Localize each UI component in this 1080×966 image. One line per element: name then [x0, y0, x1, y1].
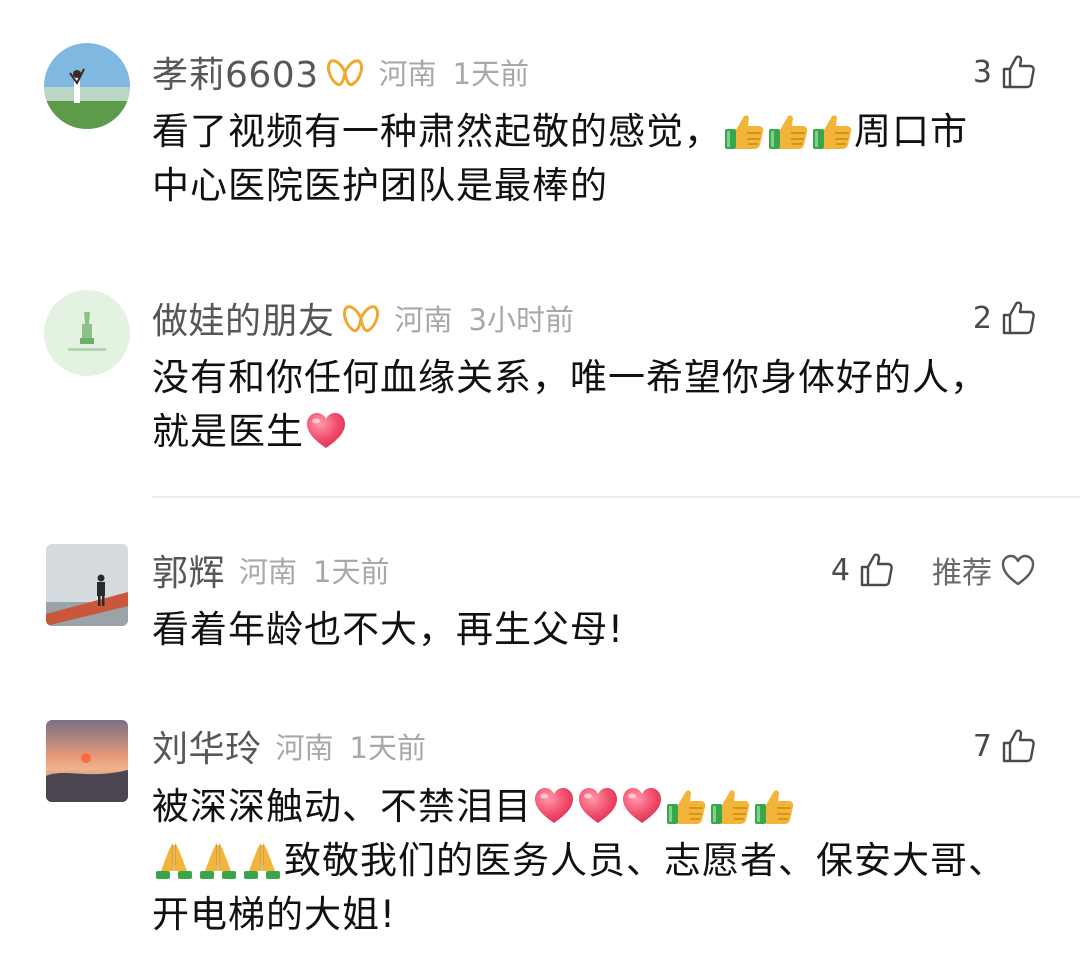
comment-item: 做娃的朋友 河南 3小时前 2 没有和你任何血缘关系，唯一希望你身体好的人， 就…	[0, 250, 1080, 496]
heart-emoji-icon	[533, 786, 575, 826]
thumbs-up-icon[interactable]	[1000, 54, 1036, 90]
like-count: 4	[830, 552, 850, 588]
timestamp: 3小时前	[468, 303, 574, 337]
region: 河南	[275, 731, 334, 765]
comment-text-line: 中心医院医护团队是最棒的	[152, 164, 608, 207]
praying-hands-emoji-icon	[153, 840, 195, 880]
region: 河南	[239, 555, 298, 589]
heart-outline-icon[interactable]	[1000, 553, 1036, 587]
timestamp: 1天前	[313, 555, 390, 589]
like-count: 7	[972, 728, 992, 764]
like-button[interactable]: 7	[973, 722, 1036, 770]
comment-text: 看了视频有一种肃然起敬的感觉， 周口市 中心医院医护团队是最棒的	[152, 105, 1042, 213]
praying-hands-emoji-icon	[241, 840, 283, 880]
thumbs-up-emoji-icon	[767, 111, 809, 151]
comment-text: 没有和你任何血缘关系，唯一希望你身体好的人， 就是医生	[152, 351, 1042, 459]
username[interactable]: 孝莉6603	[152, 46, 319, 98]
comment-meta: 郭辉 河南 1天前	[152, 546, 389, 594]
heart-emoji-icon	[621, 786, 663, 826]
comment-meta: 孝莉6603 河南 1天前	[152, 48, 529, 96]
user-avatar[interactable]	[46, 544, 128, 626]
comment-item: 刘华玲 河南 1天前 7 被深深触动、不禁泪目 致敬我们的医务人员、志愿者、保安…	[0, 698, 1080, 966]
sky-field-photo-avatar-icon	[44, 43, 130, 129]
comment-text-line: 没有和你任何血缘关系，唯一希望你身体好的人，	[152, 356, 988, 399]
comment-text-line: 看着年龄也不大，再生父母!	[152, 608, 624, 651]
thumbs-up-icon[interactable]	[858, 552, 894, 588]
comment-text-line: 开电梯的大姐!	[152, 893, 396, 936]
region: 河南	[394, 303, 453, 337]
vip-badge-icon	[325, 56, 365, 88]
green-logo-avatar-icon	[44, 290, 130, 376]
sunset-photo-avatar-icon	[46, 720, 128, 802]
region: 河南	[378, 57, 437, 91]
like-count: 2	[972, 300, 992, 336]
comment-text: 看着年龄也不大，再生父母!	[152, 603, 1042, 657]
comment-text-line: 致敬我们的医务人员、志愿者、保安大哥、	[284, 839, 1006, 882]
comment-text-line: 就是医生	[152, 410, 304, 453]
comment-text: 被深深触动、不禁泪目 致敬我们的医务人员、志愿者、保安大哥、 开电梯的大姐!	[152, 780, 1042, 942]
comment-item: 孝莉6603 河南 1天前 3 看了视频有一种肃然起敬的感觉， 周口市 中心医院医…	[0, 0, 1080, 250]
thumbs-up-emoji-icon	[723, 111, 765, 151]
user-avatar[interactable]	[44, 290, 130, 376]
thumbs-up-emoji-icon	[709, 786, 751, 826]
recommend-label[interactable]: 推荐	[932, 548, 992, 592]
user-avatar[interactable]	[46, 720, 128, 802]
like-button[interactable]: 2	[973, 294, 1036, 342]
like-button[interactable]: 3	[973, 48, 1036, 96]
username[interactable]: 做娃的朋友	[152, 292, 335, 344]
timestamp: 1天前	[452, 57, 530, 91]
comment-meta: 做娃的朋友 河南 3小时前	[152, 294, 574, 342]
user-avatar[interactable]	[44, 43, 130, 129]
comment-text-line: 被深深触动、不禁泪目	[152, 785, 532, 828]
like-count: 3	[972, 54, 992, 90]
username[interactable]: 郭辉	[152, 544, 225, 596]
username[interactable]: 刘华玲	[152, 720, 262, 772]
comment-text-line: 看了视频有一种肃然起敬的感觉，	[152, 110, 722, 153]
thumbs-up-emoji-icon	[811, 111, 853, 151]
timestamp: 1天前	[349, 731, 426, 765]
comment-actions: 4 推荐	[831, 546, 1036, 594]
heart-emoji-icon	[305, 411, 347, 451]
heart-emoji-icon	[577, 786, 619, 826]
thumbs-up-icon[interactable]	[1000, 300, 1036, 336]
thumbs-up-emoji-icon	[665, 786, 707, 826]
comment-item: 郭辉 河南 1天前 4 推荐 看着年龄也不大，再生父母!	[0, 498, 1080, 698]
thumbs-up-icon[interactable]	[1000, 728, 1036, 764]
vip-badge-icon	[341, 302, 381, 334]
thumbs-up-emoji-icon	[753, 786, 795, 826]
praying-hands-emoji-icon	[197, 840, 239, 880]
comment-meta: 刘华玲 河南 1天前	[152, 722, 426, 770]
person-on-wall-photo-avatar-icon	[46, 544, 128, 626]
comment-text-line: 周口市	[854, 110, 968, 153]
